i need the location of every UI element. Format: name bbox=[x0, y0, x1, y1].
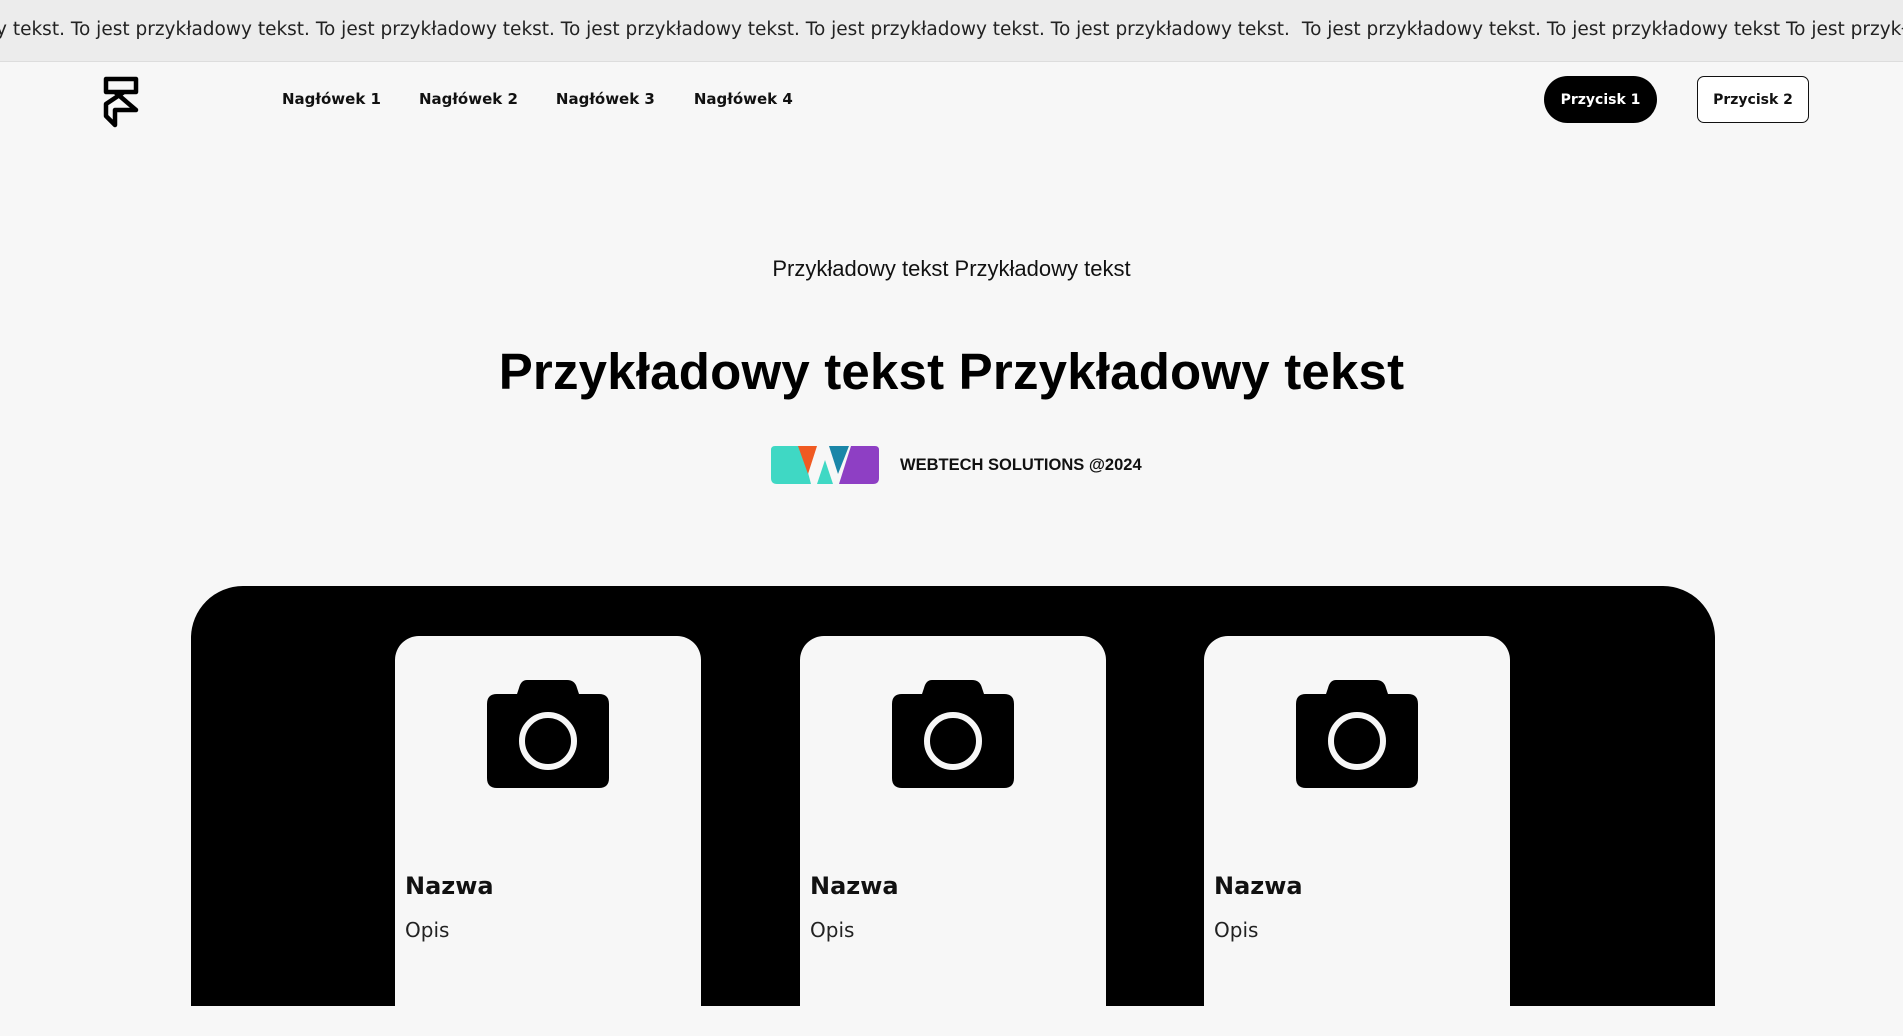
marquee-text: y tekst. To jest przykładowy tekst. To j… bbox=[0, 19, 1290, 40]
marquee-text: To jest przykładowy tekst. To jest przyk… bbox=[1301, 19, 1903, 40]
camera-icon bbox=[1296, 680, 1418, 788]
site-header: Nagłówek 1 Nagłówek 2 Nagłówek 3 Nagłówe… bbox=[0, 62, 1903, 138]
camera-icon bbox=[487, 680, 609, 788]
feature-card[interactable]: Nazwa Opis bbox=[395, 636, 701, 1036]
card-description: Opis bbox=[810, 918, 855, 942]
camera-icon bbox=[892, 680, 1014, 788]
card-description: Opis bbox=[405, 918, 450, 942]
marquee-track: y tekst. To jest przykładowy tekst. To j… bbox=[0, 19, 1903, 40]
framer-logo-icon[interactable] bbox=[103, 76, 139, 128]
secondary-button[interactable]: Przycisk 2 bbox=[1697, 76, 1809, 123]
nav-item-3[interactable]: Nagłówek 3 bbox=[556, 90, 655, 108]
marquee-banner: y tekst. To jest przykładowy tekst. To j… bbox=[0, 0, 1903, 62]
nav-item-1[interactable]: Nagłówek 1 bbox=[282, 90, 381, 108]
hero-title: Przykładowy tekst Przykładowy tekst bbox=[498, 343, 1405, 400]
primary-button[interactable]: Przycisk 1 bbox=[1544, 76, 1657, 123]
brand-badge: WEBTECH SOLUTIONS @2024 bbox=[771, 446, 1142, 484]
brand-text: WEBTECH SOLUTIONS @2024 bbox=[900, 455, 1142, 474]
hero-subtitle: Przykładowy tekst Przykładowy tekst bbox=[772, 256, 1131, 281]
features-section: Nazwa Opis Nazwa Opis Nazwa Opis bbox=[191, 586, 1715, 1036]
card-description: Opis bbox=[1214, 918, 1259, 942]
nav-item-2[interactable]: Nagłówek 2 bbox=[419, 90, 518, 108]
feature-card[interactable]: Nazwa Opis bbox=[800, 636, 1106, 1036]
card-title: Nazwa bbox=[810, 872, 899, 900]
card-title: Nazwa bbox=[1214, 872, 1303, 900]
main-nav: Nagłówek 1 Nagłówek 2 Nagłówek 3 Nagłówe… bbox=[282, 90, 793, 108]
feature-card[interactable]: Nazwa Opis bbox=[1204, 636, 1510, 1036]
nav-item-4[interactable]: Nagłówek 4 bbox=[694, 90, 793, 108]
webtech-logo-icon bbox=[771, 446, 879, 484]
card-title: Nazwa bbox=[405, 872, 494, 900]
